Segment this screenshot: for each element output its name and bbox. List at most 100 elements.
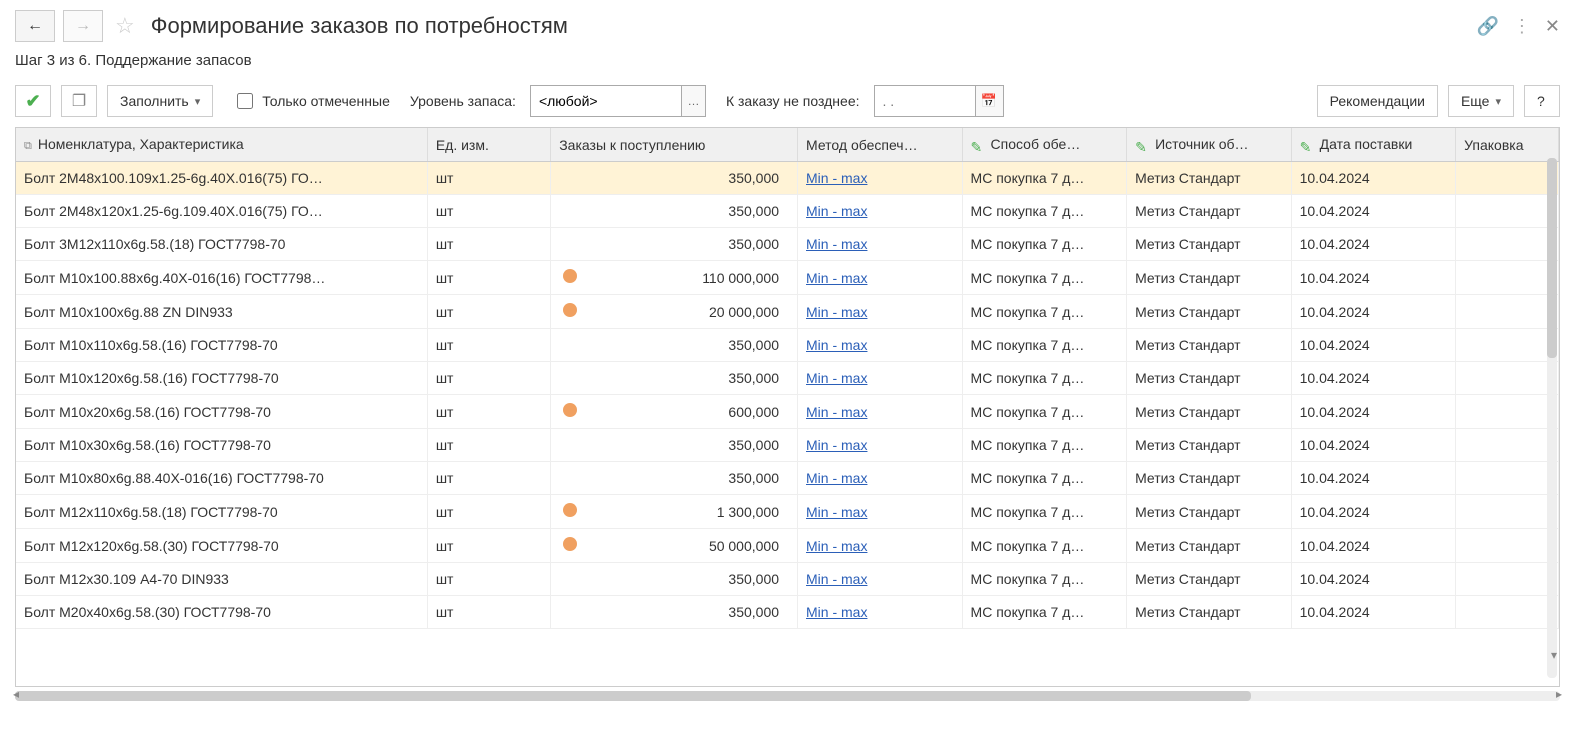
cell-source: Метиз Стандарт [1127,596,1292,629]
cell-date: 10.04.2024 [1291,162,1456,195]
copy-button[interactable]: ❐ [61,85,97,117]
cell-unit: шт [427,162,550,195]
method-link[interactable]: Min - max [806,470,867,486]
table-row[interactable]: Болт М10х120х6g.58.(16) ГОСТ7798-70 шт 3… [16,362,1559,395]
breadcrumb: Шаг 3 из 6. Поддержание запасов [0,52,1575,79]
table-row[interactable]: Болт М12х120х6g.58.(30) ГОСТ7798-70 шт 5… [16,529,1559,563]
cell-method: Min - max [798,596,963,629]
only-checked-label: Только отмеченные [262,93,390,109]
cell-unit: шт [427,462,550,495]
method-link[interactable]: Min - max [806,571,867,587]
col-source-header[interactable]: ✎Источник об… [1127,128,1292,162]
forward-button[interactable]: → [63,10,103,42]
method-link[interactable]: Min - max [806,604,867,620]
stock-level-input[interactable] [531,86,681,116]
kebab-menu-icon[interactable]: ⋮ [1513,16,1531,37]
method-link[interactable]: Min - max [806,304,867,320]
method-link[interactable]: Min - max [806,370,867,386]
table-row[interactable]: Болт М10х110х6g.58.(16) ГОСТ7798-70 шт 3… [16,329,1559,362]
only-checked-checkbox[interactable] [237,93,253,109]
cell-source: Метиз Стандарт [1127,395,1292,429]
cell-orders: 600,000 [551,395,798,429]
method-link[interactable]: Min - max [806,538,867,554]
scroll-right-arrow-icon[interactable]: ▸ [1556,687,1562,701]
method-link[interactable]: Min - max [806,203,867,219]
date-input[interactable] [875,86,975,116]
cell-source: Метиз Стандарт [1127,228,1292,261]
recommendations-button[interactable]: Рекомендации [1317,85,1438,117]
cell-name: Болт М12х110х6g.58.(18) ГОСТ7798-70 [16,495,427,529]
horizontal-scrollbar[interactable]: ◂ ▸ [15,691,1560,701]
cell-pack [1456,362,1559,395]
table-row[interactable]: Болт М12х110х6g.58.(18) ГОСТ7798-70 шт 1… [16,495,1559,529]
calendar-icon[interactable]: 📅 [975,86,1003,116]
cell-way: МС покупка 7 д… [962,162,1127,195]
only-checked-wrap[interactable]: Только отмеченные [233,90,390,112]
cell-way: МС покупка 7 д… [962,261,1127,295]
table-row[interactable]: Болт М10х30х6g.58.(16) ГОСТ7798-70 шт 35… [16,429,1559,462]
cell-method: Min - max [798,195,963,228]
col-method-header[interactable]: Метод обеспеч… [798,128,963,162]
more-button[interactable]: Еще ▾ [1448,85,1514,117]
col-orders-header[interactable]: Заказы к поступлению [551,128,798,162]
check-all-button[interactable]: ✔ [15,85,51,117]
cell-date: 10.04.2024 [1291,529,1456,563]
scroll-down-arrow-icon[interactable]: ▾ [1551,648,1557,662]
vertical-scrollbar-thumb[interactable] [1547,158,1557,358]
cell-source: Метиз Стандарт [1127,429,1292,462]
method-link[interactable]: Min - max [806,504,867,520]
cell-pack [1456,295,1559,329]
link-icon[interactable]: 🔗 [1476,16,1498,37]
order-before-date[interactable]: 📅 [874,85,1004,117]
table-row[interactable]: Болт 2М48х120х1.25-6g.109.40Х.016(75) ГО… [16,195,1559,228]
scroll-left-arrow-icon[interactable]: ◂ [13,687,19,701]
vertical-scrollbar[interactable] [1547,158,1557,678]
method-link[interactable]: Min - max [806,270,867,286]
method-link[interactable]: Min - max [806,404,867,420]
table-row[interactable]: Болт 3М12х110х6g.58.(18) ГОСТ7798-70 шт … [16,228,1559,261]
cell-source: Метиз Стандарт [1127,295,1292,329]
table-row[interactable]: Болт М20х40х6g.58.(30) ГОСТ7798-70 шт 35… [16,596,1559,629]
method-link[interactable]: Min - max [806,170,867,186]
table-row[interactable]: Болт М10х20х6g.58.(16) ГОСТ7798-70 шт 60… [16,395,1559,429]
cell-orders: 350,000 [551,362,798,395]
cell-way: МС покупка 7 д… [962,228,1127,261]
titlebar-right-icons: 🔗 ⋮ ✕ [1476,16,1560,37]
close-icon[interactable]: ✕ [1545,16,1560,37]
col-name-header[interactable]: ⧉Номенклатура, Характеристика [16,128,427,162]
cell-orders: 350,000 [551,563,798,596]
table-row[interactable]: Болт М10х100.88х6g.40Х-016(16) ГОСТ7798…… [16,261,1559,295]
more-label: Еще [1461,93,1490,109]
table-row[interactable]: Болт М10х80х6g.88.40Х-016(16) ГОСТ7798-7… [16,462,1559,495]
cell-orders: 50 000,000 [551,529,798,563]
favorite-star-icon[interactable]: ☆ [115,13,135,39]
col-date-header[interactable]: ✎Дата поставки [1291,128,1456,162]
col-unit-header[interactable]: Ед. изм. [427,128,550,162]
cell-name: Болт М10х100х6g.88 ZN DIN933 [16,295,427,329]
cell-method: Min - max [798,362,963,395]
help-button[interactable]: ? [1524,85,1560,117]
method-link[interactable]: Min - max [806,337,867,353]
back-button[interactable]: ← [15,10,55,42]
table-row[interactable]: Болт М12х30.109 А4-70 DIN933 шт 350,000 … [16,563,1559,596]
table-row[interactable]: Болт 2М48х100.109х1.25-6g.40Х.016(75) ГО… [16,162,1559,195]
cell-method: Min - max [798,529,963,563]
col-way-header[interactable]: ✎Способ обе… [962,128,1127,162]
cell-way: МС покупка 7 д… [962,563,1127,596]
table-row[interactable]: Болт М10х100х6g.88 ZN DIN933 шт 20 000,0… [16,295,1559,329]
copy-icon: ❐ [72,91,86,111]
cell-name: Болт М20х40х6g.58.(30) ГОСТ7798-70 [16,596,427,629]
col-pack-header[interactable]: Упаковка [1456,128,1559,162]
method-link[interactable]: Min - max [806,236,867,252]
stock-level-select[interactable]: … [530,85,706,117]
cell-way: МС покупка 7 д… [962,429,1127,462]
cell-unit: шт [427,195,550,228]
select-dots-icon[interactable]: … [681,86,705,116]
cell-way: МС покупка 7 д… [962,462,1127,495]
fill-button[interactable]: Заполнить ▾ [107,85,213,117]
cell-way: МС покупка 7 д… [962,596,1127,629]
status-dot-icon [563,403,577,417]
horizontal-scrollbar-thumb[interactable] [15,691,1251,701]
cell-way: МС покупка 7 д… [962,495,1127,529]
method-link[interactable]: Min - max [806,437,867,453]
